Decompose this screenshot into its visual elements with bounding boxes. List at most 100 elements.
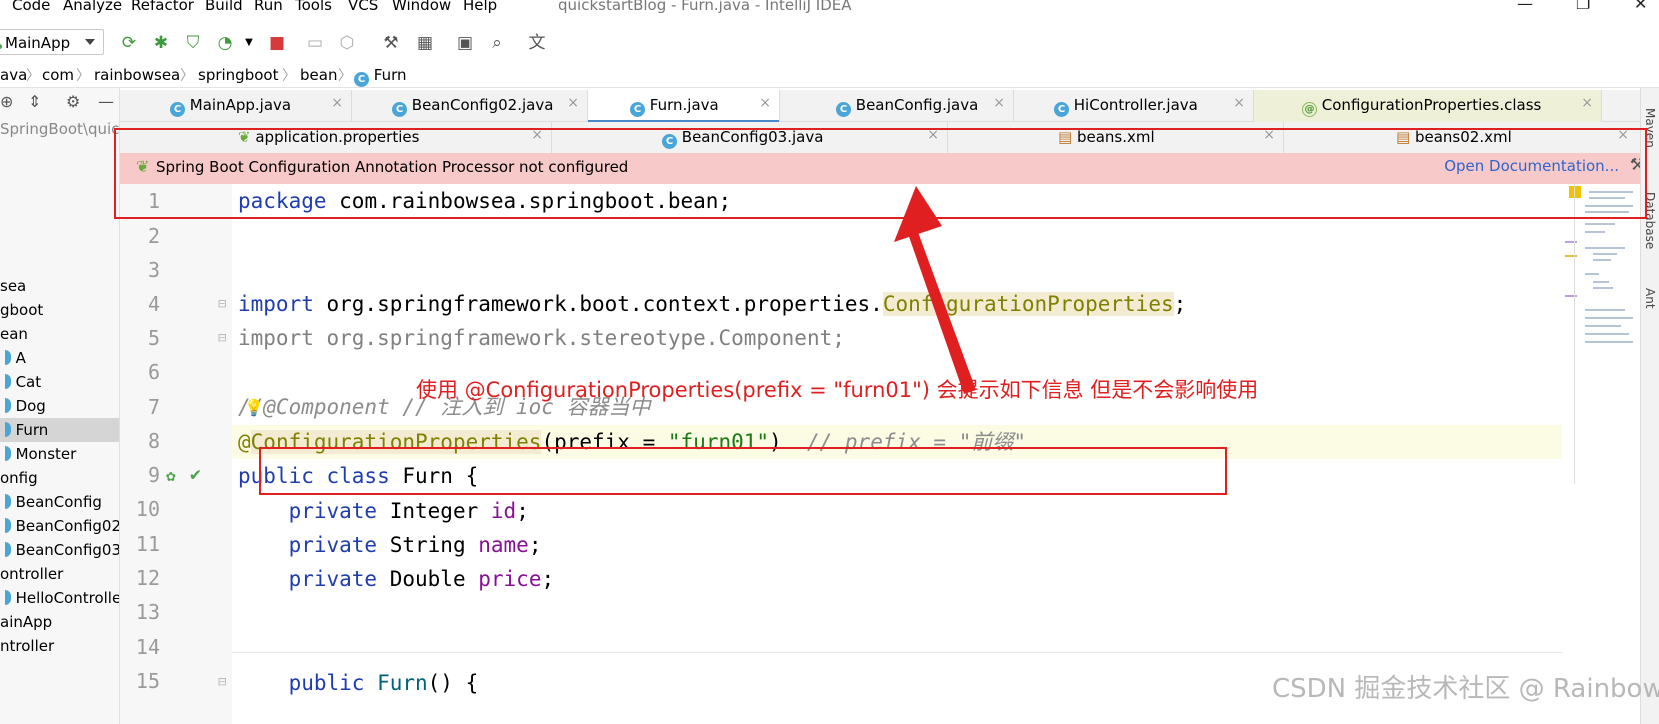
chevron-right-icon: 〉 (26, 68, 40, 84)
editor-tabs-row-1: C MainApp.java × C BeanConfig02.java × C… (120, 90, 1659, 123)
terminal-icon[interactable]: ▣ (454, 32, 476, 54)
tab-beanconfig02[interactable]: C BeanConfig02.java × (352, 90, 588, 122)
breadcrumb-item[interactable]: springboot (198, 66, 278, 84)
menu-analyze[interactable]: Analyze (63, 0, 122, 14)
wrench-icon[interactable]: ⚒ (380, 32, 402, 54)
tree-node[interactable]: Dog (0, 394, 119, 418)
stop-icon[interactable]: ■ (266, 32, 288, 54)
tab-label: HiController.java (1073, 96, 1198, 114)
tree-node-selected[interactable]: Furn (0, 418, 119, 442)
search-icon[interactable]: ⌕ (486, 32, 508, 54)
class-icon (4, 374, 11, 389)
code-token: ; (1173, 292, 1187, 316)
menu-code[interactable]: Code (12, 0, 50, 14)
menu-tools[interactable]: Tools (295, 0, 332, 14)
close-icon[interactable]: × (1233, 95, 1245, 111)
tree-node[interactable]: ainApp (0, 610, 119, 634)
menu-help[interactable]: Help (463, 0, 497, 14)
close-icon[interactable]: × (567, 95, 579, 111)
lightbulb-icon[interactable]: 💡 (244, 398, 264, 417)
profile-icon[interactable]: ◔ (214, 32, 236, 54)
tree-node[interactable]: A (0, 346, 119, 370)
scrollbar-track[interactable] (1565, 184, 1575, 484)
spring-bean-gutter-icon[interactable]: ✿ (166, 466, 176, 485)
debug-icon[interactable]: ✱ (150, 32, 172, 54)
line-number: 9 (147, 463, 160, 487)
run-config-select[interactable]: MainApp (0, 29, 104, 55)
tab-furn[interactable]: C Furn.java × (588, 90, 780, 123)
class-icon: C (392, 102, 407, 117)
menu-build[interactable]: Build (205, 0, 243, 14)
collapse-all-icon[interactable]: ⇕ (28, 92, 41, 111)
tree-node-label: HelloController (15, 589, 120, 607)
close-window-icon[interactable]: ✕ (1634, 0, 1647, 13)
close-icon[interactable]: × (759, 95, 771, 111)
tree-node[interactable]: BeanConfig02 (0, 514, 119, 538)
tree-node-label: sea (0, 277, 27, 295)
project-panel: ⊕ ⇕ ⚙ — SpringBoot\quick sea gboot ean A… (0, 88, 120, 724)
tree-node[interactable]: Monster (0, 442, 119, 466)
fold-icon[interactable]: ⊟ (218, 674, 226, 690)
tree-node[interactable]: Cat (0, 370, 119, 394)
tab-beanconfig[interactable]: C BeanConfig.java × (780, 90, 1014, 122)
fold-icon[interactable]: ⊟ (218, 296, 226, 312)
class-icon (4, 350, 11, 365)
project-structure-icon[interactable]: ▦ (414, 32, 436, 54)
tab-hicontroller[interactable]: C HiController.java × (1014, 90, 1254, 122)
breadcrumb-label: Furn (373, 66, 407, 84)
hide-panel-icon[interactable]: — (98, 92, 114, 111)
tree-node[interactable]: BeanConfig (0, 490, 119, 514)
build-artifacts-icon[interactable]: ⬡ (336, 32, 358, 54)
navigate-gutter-icon[interactable]: ✔ (190, 464, 201, 485)
tree-node[interactable]: sea (0, 274, 119, 298)
tree-node[interactable]: BeanConfig03 (0, 538, 120, 562)
menu-vcs[interactable]: VCS (348, 0, 378, 14)
project-root-path: SpringBoot\quick (0, 120, 120, 138)
ant-tool-button[interactable]: Ant (1643, 288, 1657, 309)
tree-node[interactable]: ean (0, 322, 119, 346)
tree-node[interactable]: onfig (0, 466, 119, 490)
tree-node-label: Cat (15, 373, 42, 391)
tab-configurationproperties[interactable]: @ ConfigurationProperties.class × (1254, 90, 1602, 122)
minimize-icon[interactable]: — (1517, 0, 1533, 13)
tree-node-label: ontroller (0, 565, 64, 583)
tree-node[interactable]: ontroller (0, 562, 119, 586)
attach-icon[interactable]: ▭ (304, 32, 326, 54)
coverage-icon[interactable]: ⛉ (182, 32, 204, 54)
code-line: private Double price; (238, 562, 555, 596)
breadcrumb-item[interactable]: com (42, 66, 74, 84)
close-icon[interactable]: × (1581, 95, 1593, 111)
chevron-down-icon[interactable]: ▼ (238, 32, 260, 54)
editor-gutter: 1 2 3 4 5 6 7 8 9 10 11 12 13 14 15 ✿ ✔ … (120, 184, 232, 724)
run-config-icon (0, 44, 2, 49)
breadcrumb: ava 〉 com 〉 rainbowsea 〉 springboot 〉 be… (0, 62, 1659, 88)
tree-node[interactable]: ntroller (0, 634, 119, 658)
restore-icon[interactable]: ❐ (1576, 0, 1590, 13)
tree-node[interactable]: gboot (0, 298, 119, 322)
breadcrumb-item[interactable]: bean (300, 66, 337, 84)
translate-icon[interactable]: 文 (526, 32, 548, 54)
annotation-note: 使用 @ConfigurationProperties(prefix = "fu… (416, 378, 1259, 402)
rerun-icon[interactable]: ⟳ (118, 32, 140, 54)
tree-node-label: BeanConfig03 (15, 541, 120, 559)
menu-refactor[interactable]: Refactor (131, 0, 194, 14)
close-icon[interactable]: × (993, 95, 1005, 111)
tab-mainapp[interactable]: C MainApp.java × (160, 90, 352, 122)
code-token: org.springframework.boot.context.propert… (313, 292, 883, 316)
watermark: CSDN 掘金技术社区 @ RainbowSea (1272, 674, 1659, 704)
menu-run[interactable]: Run (254, 0, 283, 14)
line-number: 5 (147, 326, 160, 350)
gear-icon[interactable]: ⚙ (66, 92, 80, 111)
close-icon[interactable]: × (331, 95, 343, 111)
locate-icon[interactable]: ⊕ (0, 92, 13, 111)
tree-node[interactable]: HelloController (0, 586, 120, 610)
breadcrumb-item[interactable]: rainbowsea (94, 66, 180, 84)
class-icon (4, 422, 11, 437)
line-number: 15 (135, 669, 160, 693)
fold-icon[interactable]: ⊟ (218, 330, 226, 346)
editor-minimap[interactable] (1565, 184, 1635, 724)
code-line: private Integer id; (238, 494, 529, 528)
menu-window[interactable]: Window (392, 0, 451, 14)
breadcrumb-item[interactable]: ava (0, 66, 27, 84)
breadcrumb-item-current[interactable]: C Furn (354, 66, 407, 87)
